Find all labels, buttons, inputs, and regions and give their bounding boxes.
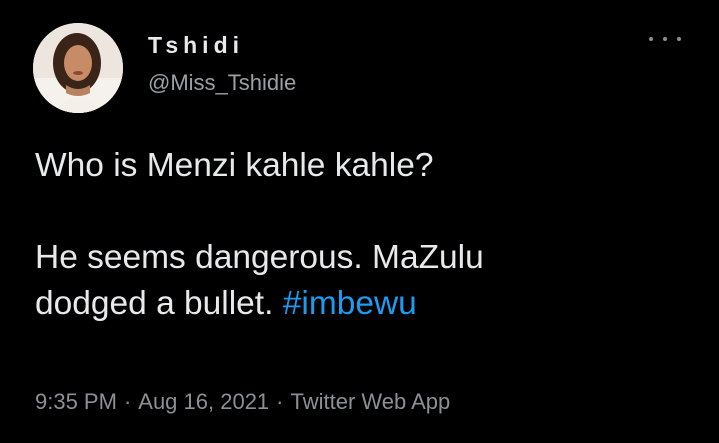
tweet-metadata: 9:35 PM · Aug 16, 2021 · Twitter Web App bbox=[35, 389, 450, 415]
tweet-line-text: dodged a bullet. bbox=[35, 285, 274, 322]
display-name[interactable]: Tshidi bbox=[148, 31, 296, 59]
separator: · bbox=[123, 389, 132, 414]
user-handle[interactable]: @Miss_Tshidie bbox=[148, 69, 296, 97]
paragraph-break bbox=[35, 189, 695, 235]
avatar[interactable] bbox=[33, 23, 123, 113]
tweet-text: Who is Menzi kahle kahle? He seems dange… bbox=[35, 143, 695, 327]
tweet-line-with-hashtag: dodged a bullet. #imbewu bbox=[35, 281, 695, 327]
separator: · bbox=[276, 389, 284, 414]
tweet-line: He seems dangerous. MaZulu bbox=[35, 239, 484, 276]
tweet-line: Who is Menzi kahle kahle? bbox=[35, 147, 434, 184]
tweet-header: Tshidi @Miss_Tshidie bbox=[33, 23, 296, 113]
user-names: Tshidi @Miss_Tshidie bbox=[148, 32, 296, 97]
tweet-source[interactable]: Twitter Web App bbox=[291, 389, 451, 414]
tweet-time[interactable]: 9:35 PM bbox=[35, 389, 117, 414]
tweet-card: Tshidi @Miss_Tshidie Who is Menzi kahle … bbox=[0, 0, 719, 443]
avatar-image bbox=[33, 23, 123, 113]
more-options-button[interactable] bbox=[649, 31, 681, 47]
more-horizontal-icon-dot bbox=[677, 37, 681, 41]
hashtag-link[interactable]: #imbewu bbox=[283, 285, 417, 322]
more-horizontal-icon bbox=[649, 37, 653, 41]
tweet-date[interactable]: Aug 16, 2021 bbox=[138, 389, 269, 414]
more-horizontal-icon-dot bbox=[663, 37, 667, 41]
